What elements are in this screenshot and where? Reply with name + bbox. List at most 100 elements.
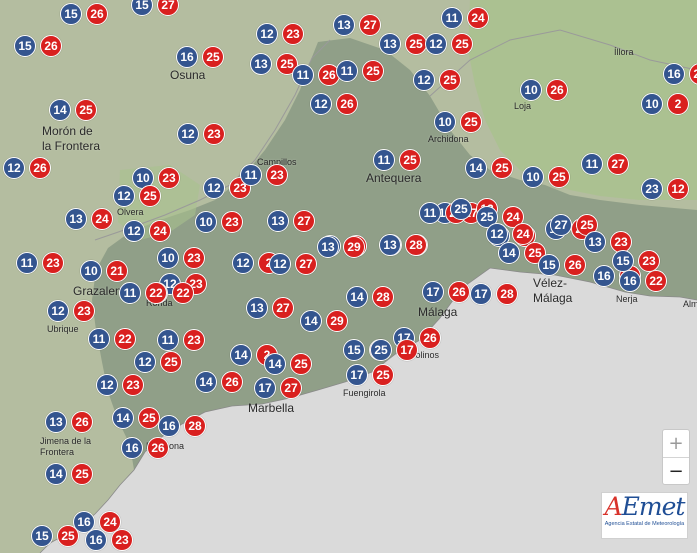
max-temp-marker[interactable]: 25 <box>139 185 161 207</box>
min-temp-marker[interactable]: 13 <box>333 14 355 36</box>
max-temp-marker[interactable]: 29 <box>326 310 348 332</box>
max-temp-marker[interactable]: 26 <box>29 157 51 179</box>
min-temp-marker[interactable]: 10 <box>641 93 663 115</box>
max-temp-marker[interactable]: 25 <box>451 33 473 55</box>
max-temp-marker[interactable]: 25 <box>372 364 394 386</box>
min-temp-marker[interactable]: 15 <box>60 3 82 25</box>
max-temp-marker[interactable]: 24 <box>512 223 534 245</box>
max-temp-marker[interactable]: 26 <box>40 35 62 57</box>
max-temp-marker[interactable]: 23 <box>203 123 225 145</box>
max-temp-marker[interactable]: 25 <box>57 525 79 547</box>
min-temp-marker[interactable]: 12 <box>232 252 254 274</box>
max-temp-marker[interactable]: 28 <box>496 283 518 305</box>
min-temp-marker[interactable]: 16 <box>619 270 641 292</box>
min-temp-marker[interactable]: 11 <box>373 149 395 171</box>
min-temp-marker[interactable]: 17 <box>422 281 444 303</box>
min-temp-marker[interactable]: 10 <box>522 166 544 188</box>
min-temp-marker[interactable]: 14 <box>465 157 487 179</box>
max-temp-marker[interactable]: 25 <box>405 33 427 55</box>
min-temp-marker[interactable]: 11 <box>441 7 463 29</box>
max-temp-marker[interactable]: 23 <box>221 211 243 233</box>
max-temp-marker[interactable]: 25 <box>491 157 513 179</box>
max-temp-marker[interactable]: 26 <box>336 93 358 115</box>
min-temp-marker[interactable]: 16 <box>593 265 615 287</box>
min-temp-marker[interactable]: 13 <box>267 210 289 232</box>
min-temp-marker[interactable]: 12 <box>310 93 332 115</box>
min-temp-marker[interactable]: 11 <box>581 153 603 175</box>
max-temp-marker[interactable]: 22 <box>645 270 667 292</box>
min-temp-marker[interactable]: 12 <box>203 177 225 199</box>
max-temp-marker[interactable]: 26 <box>546 79 568 101</box>
min-temp-marker[interactable]: 16 <box>85 529 107 551</box>
min-temp-marker[interactable]: 10 <box>434 111 456 133</box>
min-temp-marker[interactable]: 13 <box>65 208 87 230</box>
min-temp-marker[interactable]: 15 <box>31 525 53 547</box>
max-temp-marker[interactable]: 27 <box>607 153 629 175</box>
max-temp-marker[interactable]: 26 <box>86 3 108 25</box>
min-temp-marker[interactable]: 11 <box>88 328 110 350</box>
min-temp-marker[interactable]: 13 <box>45 411 67 433</box>
min-temp-marker[interactable]: 13 <box>317 236 339 258</box>
min-temp-marker[interactable]: 16 <box>158 415 180 437</box>
max-temp-marker[interactable]: 25 <box>75 99 97 121</box>
zoom-out-button[interactable]: − <box>663 458 689 485</box>
min-temp-marker[interactable]: 12 <box>177 123 199 145</box>
min-temp-marker[interactable]: 13 <box>250 53 272 75</box>
min-temp-marker[interactable]: 15 <box>14 35 36 57</box>
min-temp-marker[interactable]: 14 <box>195 371 217 393</box>
max-temp-marker[interactable]: 27 <box>295 253 317 275</box>
min-temp-marker[interactable]: 17 <box>254 377 276 399</box>
max-temp-marker[interactable]: 25 <box>138 407 160 429</box>
min-temp-marker[interactable]: 12 <box>134 351 156 373</box>
max-temp-marker[interactable]: 17 <box>396 339 418 361</box>
max-temp-marker[interactable]: 28 <box>405 234 427 256</box>
max-temp-marker[interactable]: 22 <box>145 282 167 304</box>
max-temp-marker[interactable]: 23 <box>282 23 304 45</box>
max-temp-marker[interactable]: 26 <box>564 254 586 276</box>
max-temp-marker[interactable]: 28 <box>372 286 394 308</box>
min-temp-marker[interactable]: 23 <box>641 178 663 200</box>
min-temp-marker[interactable]: 13 <box>379 33 401 55</box>
min-temp-marker[interactable]: 11 <box>240 164 262 186</box>
max-temp-marker[interactable]: 26 <box>71 411 93 433</box>
max-temp-marker[interactable]: 22 <box>172 282 194 304</box>
max-temp-marker[interactable]: 27 <box>293 210 315 232</box>
min-temp-marker[interactable]: 14 <box>230 344 252 366</box>
min-temp-marker[interactable]: 10 <box>195 211 217 233</box>
max-temp-marker[interactable]: 24 <box>91 208 113 230</box>
min-temp-marker[interactable]: 11 <box>419 202 441 224</box>
min-temp-marker[interactable]: 16 <box>121 437 143 459</box>
min-temp-marker[interactable]: 13 <box>379 234 401 256</box>
min-temp-marker[interactable]: 13 <box>584 231 606 253</box>
min-temp-marker[interactable]: 14 <box>49 99 71 121</box>
min-temp-marker[interactable]: 12 <box>96 374 118 396</box>
min-temp-marker[interactable]: 12 <box>47 300 69 322</box>
min-temp-marker[interactable]: 16 <box>176 46 198 68</box>
max-temp-marker[interactable]: 27 <box>280 377 302 399</box>
min-temp-marker[interactable]: 11 <box>16 252 38 274</box>
min-temp-marker[interactable]: 16 <box>663 63 685 85</box>
max-temp-marker[interactable]: 25 <box>202 46 224 68</box>
min-temp-marker[interactable]: 13 <box>246 297 268 319</box>
min-temp-marker[interactable]: 12 <box>123 220 145 242</box>
max-temp-marker[interactable]: 26 <box>147 437 169 459</box>
min-temp-marker[interactable]: 12 <box>256 23 278 45</box>
max-temp-marker[interactable]: 23 <box>638 250 660 272</box>
max-temp-marker[interactable]: 25 <box>460 111 482 133</box>
max-temp-marker[interactable]: 23 <box>183 329 205 351</box>
max-temp-marker[interactable]: 22 <box>114 328 136 350</box>
min-temp-marker[interactable]: 14 <box>45 463 67 485</box>
max-temp-marker[interactable]: 28 <box>184 415 206 437</box>
min-temp-marker[interactable]: 25 <box>370 339 392 361</box>
max-temp-marker[interactable]: 25 <box>548 166 570 188</box>
min-temp-marker[interactable]: 27 <box>550 214 572 236</box>
min-temp-marker[interactable]: 14 <box>112 407 134 429</box>
min-temp-marker[interactable]: 25 <box>450 198 472 220</box>
max-temp-marker[interactable]: 25 <box>439 69 461 91</box>
max-temp-marker[interactable]: 23 <box>158 167 180 189</box>
max-temp-marker[interactable]: 23 <box>122 374 144 396</box>
min-temp-marker[interactable]: 17 <box>470 283 492 305</box>
min-temp-marker[interactable]: 12 <box>269 253 291 275</box>
max-temp-marker[interactable]: 24 <box>149 220 171 242</box>
min-temp-marker[interactable]: 14 <box>300 310 322 332</box>
